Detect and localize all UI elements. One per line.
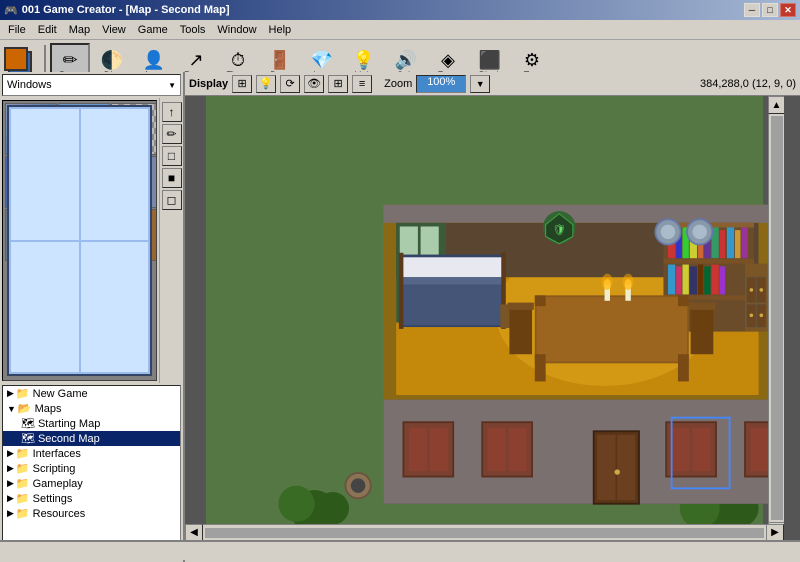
coords-display: 384,288,0 (12, 9, 0) [700, 78, 796, 90]
tile-2[interactable] [58, 103, 110, 155]
tree-item-scripting[interactable]: ▶📁Scripting [3, 461, 180, 476]
menu-help[interactable]: Help [263, 22, 298, 38]
tree-item-maps[interactable]: ▼📂Maps [3, 401, 180, 416]
tree-item-gameplay[interactable]: ▶📁Gameplay [3, 476, 180, 491]
vertical-scrollbar[interactable]: ▲ ▼ [768, 96, 784, 540]
menu-view[interactable]: View [96, 22, 132, 38]
menu-edit[interactable]: Edit [32, 22, 63, 38]
close-button[interactable]: ✕ [780, 3, 796, 17]
display-btn-6[interactable]: ≡ [352, 75, 372, 93]
app-icon: 🎮 [4, 4, 18, 17]
titlebar: 🎮 001 Game Creator - [Map - Second Map] … [0, 0, 800, 20]
tree-item-interfaces[interactable]: ▶📁Interfaces [3, 446, 180, 461]
arrow-up-btn[interactable]: ↑ [162, 102, 182, 122]
main-area: Display ⊞ 💡 ⟳ 👁 ⊞ ≡ Zoom 100% ▼ 384,288,… [185, 72, 800, 540]
display-btn-5[interactable]: ⊞ [328, 75, 348, 93]
tiles-area[interactable] [2, 100, 157, 381]
display-btn-2[interactable]: 💡 [256, 75, 276, 93]
map-canvas[interactable]: 🛡 [185, 96, 784, 540]
scroll-up-button[interactable]: ▲ [768, 96, 785, 114]
nav-tree: ▶📁New Game▼📂Maps🗺Starting Map🗺Second Map… [2, 385, 181, 560]
tree-item-second-map[interactable]: 🗺Second Map [3, 431, 180, 446]
display-btn-4[interactable]: 👁 [304, 75, 324, 93]
v-scroll-track[interactable] [771, 116, 783, 520]
pencil-btn[interactable]: ✏ [162, 124, 182, 144]
minimize-button[interactable]: ─ [744, 3, 760, 17]
tree-item-new-game[interactable]: ▶📁New Game [3, 386, 180, 401]
display-btn-3[interactable]: ⟳ [280, 75, 300, 93]
statusbar [0, 540, 800, 560]
scroll-right-button[interactable]: ▶ [766, 524, 784, 541]
panel-dropdown[interactable]: Windows [2, 74, 181, 96]
filled-square-btn[interactable]: ■ [162, 168, 182, 188]
zoom-dropdown[interactable]: ▼ [470, 75, 490, 93]
eraser-btn[interactable]: ◻ [162, 190, 182, 210]
foreground-color-swatch[interactable] [4, 47, 28, 71]
titlebar-left: 🎮 001 Game Creator - [Map - Second Map] [4, 4, 230, 17]
menu-map[interactable]: Map [63, 22, 96, 38]
menubar: FileEditMapViewGameToolsWindowHelp [0, 20, 800, 40]
display-bar: Display ⊞ 💡 ⟳ 👁 ⊞ ≡ Zoom 100% ▼ 384,288,… [185, 72, 800, 96]
menu-file[interactable]: File [2, 22, 32, 38]
tree-item-settings[interactable]: ▶📁Settings [3, 491, 180, 506]
zoom-input[interactable]: 100% [416, 75, 466, 93]
menu-window[interactable]: Window [211, 22, 262, 38]
map-svg: 🛡 [185, 96, 784, 540]
zoom-label: Zoom [384, 78, 412, 90]
display-label: Display [189, 78, 228, 90]
scroll-left-button[interactable]: ◀ [185, 524, 203, 541]
titlebar-controls[interactable]: ─ □ ✕ [744, 3, 796, 17]
tree-item-resources[interactable]: ▶📁Resources [3, 506, 180, 521]
h-scroll-track[interactable] [205, 528, 764, 538]
svg-text:🛡: 🛡 [552, 224, 566, 237]
display-btn-1[interactable]: ⊞ [232, 75, 252, 93]
tree-item-starting-map[interactable]: 🗺Starting Map [3, 416, 180, 431]
titlebar-title: 001 Game Creator - [Map - Second Map] [22, 4, 230, 16]
horizontal-scrollbar[interactable]: ◀ ▶ [185, 524, 784, 540]
left-panel: Windows [0, 72, 185, 562]
menu-game[interactable]: Game [132, 22, 174, 38]
maximize-button[interactable]: □ [762, 3, 778, 17]
square-btn[interactable]: □ [162, 146, 182, 166]
tool-strip: ↑ ✏ □ ■ ◻ [159, 98, 183, 383]
menu-tools[interactable]: Tools [174, 22, 212, 38]
